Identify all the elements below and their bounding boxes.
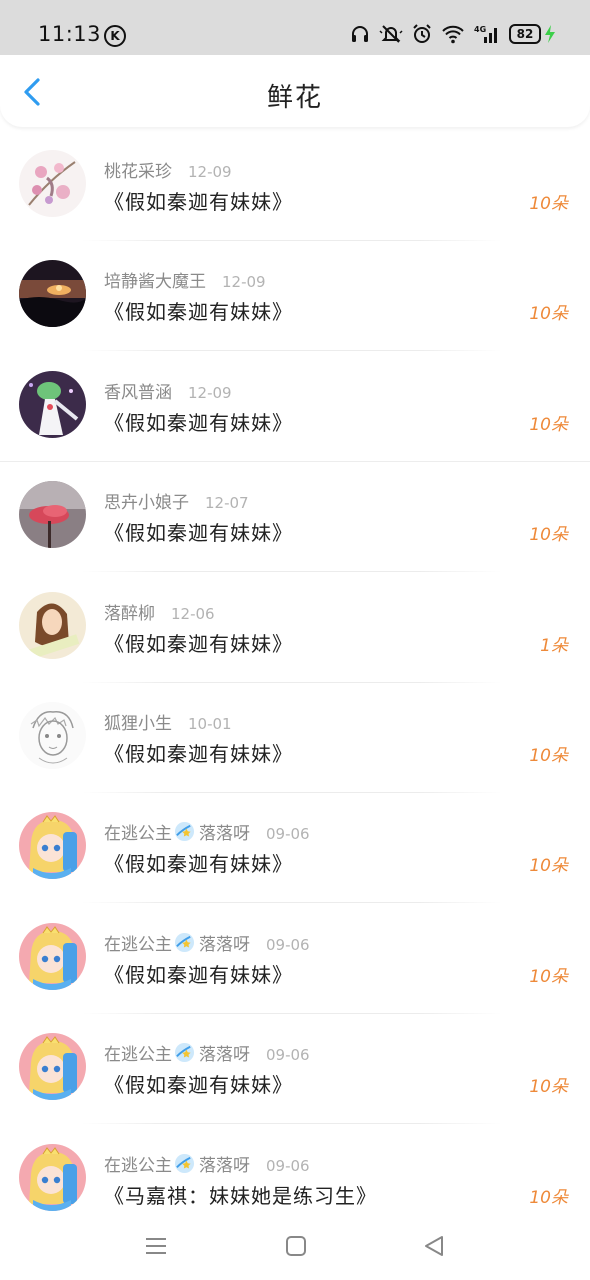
alarm-icon: [413, 24, 431, 43]
shooting-star-icon: [174, 932, 195, 952]
list-item[interactable]: 狐狸小生 10-01 《假如秦迦有妹妹》 10朵: [0, 682, 590, 793]
list-item[interactable]: 思卉小娘子 12-07 《假如秦迦有妹妹》 10朵: [0, 461, 590, 573]
avatar[interactable]: [19, 812, 86, 880]
user-name-line: 在逃公主 落落呀 09-06: [104, 930, 310, 955]
signal-icon: 4G: [474, 25, 497, 43]
home-icon[interactable]: [282, 1232, 310, 1260]
user-name[interactable]: 在逃公主: [104, 824, 172, 844]
book-title[interactable]: 《假如秦迦有妹妹》: [104, 407, 293, 436]
battery-indicator: 82: [509, 24, 541, 44]
user-name-line: 思卉小娘子 12-07: [104, 488, 249, 513]
book-title[interactable]: 《假如秦迦有妹妹》: [104, 186, 293, 215]
avatar[interactable]: [19, 591, 86, 659]
user-name-line: 落醉柳 12-06: [104, 599, 215, 624]
user-name-suffix[interactable]: 落落呀: [199, 1045, 250, 1065]
user-name[interactable]: 思卉小娘子: [104, 493, 189, 513]
book-title[interactable]: 《假如秦迦有妹妹》: [104, 959, 293, 988]
avatar[interactable]: [19, 370, 86, 438]
book-title[interactable]: 《假如秦迦有妹妹》: [104, 628, 293, 657]
user-name-line: 桃花采珍 12-09: [104, 157, 232, 182]
charging-icon: [545, 25, 555, 43]
network-type: 4G: [474, 25, 486, 34]
flower-amount: 10朵: [529, 1187, 568, 1208]
user-name-suffix[interactable]: 落落呀: [199, 1156, 250, 1176]
user-name[interactable]: 在逃公主: [104, 1156, 172, 1176]
avatar[interactable]: [19, 1033, 86, 1101]
flower-amount: 10朵: [529, 1077, 568, 1098]
flower-amount: 10朵: [529, 194, 568, 214]
date-label: 09-06: [266, 1046, 310, 1065]
user-name-line: 狐狸小生 10-01: [104, 709, 232, 734]
user-name[interactable]: 在逃公主: [104, 1045, 172, 1065]
flower-amount: 10朵: [529, 414, 568, 435]
user-name[interactable]: 狐狸小生: [104, 714, 172, 734]
flower-amount: 10朵: [529, 745, 568, 766]
k-icon: K: [104, 25, 126, 47]
list-item[interactable]: 在逃公主 落落呀 09-06 《假如秦迦有妹妹》 10朵: [0, 903, 590, 1014]
date-label: 10-01: [188, 714, 232, 733]
avatar[interactable]: [19, 150, 86, 217]
list-item[interactable]: 桃花采珍 12-09 《假如秦迦有妹妹》 10朵: [0, 130, 590, 241]
flower-amount: 10朵: [529, 525, 568, 546]
user-name-line: 香风普涵 12-09: [104, 378, 232, 403]
user-name-line: 在逃公主 落落呀 09-06: [104, 1151, 310, 1176]
shooting-star-icon: [174, 822, 195, 842]
avatar[interactable]: [19, 1143, 86, 1211]
book-title[interactable]: 《假如秦迦有妹妹》: [104, 296, 293, 325]
navigation-bar: [0, 1212, 590, 1280]
date-label: 12-09: [222, 273, 266, 292]
back-triangle-icon[interactable]: [420, 1232, 448, 1260]
flower-record-list: 桃花采珍 12-09 《假如秦迦有妹妹》 10朵 培静酱大魔王 12-09 《假如秦迦有妹妹…: [0, 130, 590, 1234]
date-label: 12-09: [188, 383, 232, 402]
avatar[interactable]: [19, 481, 86, 549]
book-title[interactable]: 《马嘉祺：妹妹她是练习生》: [104, 1180, 377, 1209]
avatar[interactable]: [19, 922, 86, 990]
avatar[interactable]: [19, 260, 86, 328]
mute-bell-icon: [379, 25, 403, 43]
user-name[interactable]: 培静酱大魔王: [104, 272, 206, 292]
avatar[interactable]: [19, 701, 86, 769]
user-name-suffix[interactable]: 落落呀: [199, 824, 250, 844]
date-label: 12-06: [171, 604, 215, 623]
status-bar: 11:13 K 4G 82: [0, 0, 590, 55]
shooting-star-icon: [174, 1043, 195, 1063]
menu-icon[interactable]: [142, 1232, 170, 1260]
flower-amount: 10朵: [529, 856, 568, 877]
flower-amount: 10朵: [529, 304, 568, 325]
status-time: 11:13: [38, 22, 102, 46]
status-icons: 4G 82: [350, 24, 556, 44]
list-item[interactable]: 培静酱大魔王 12-09 《假如秦迦有妹妹》 10朵: [0, 240, 590, 352]
shooting-star-icon: [174, 1153, 195, 1173]
date-label: 09-06: [266, 825, 310, 844]
headphones-icon: [352, 26, 368, 42]
list-item[interactable]: 落醉柳 12-06 《假如秦迦有妹妹》 1朵: [0, 572, 590, 683]
user-name[interactable]: 在逃公主: [104, 935, 172, 955]
header: 鲜花: [0, 55, 590, 127]
user-name-suffix[interactable]: 落落呀: [199, 935, 250, 955]
wifi-icon: [442, 25, 464, 44]
page-title: 鲜花: [266, 83, 323, 113]
book-title[interactable]: 《假如秦迦有妹妹》: [104, 1069, 293, 1098]
date-label: 12-07: [205, 494, 249, 513]
list-item[interactable]: 香风普涵 12-09 《假如秦迦有妹妹》 10朵: [0, 351, 590, 462]
date-label: 12-09: [188, 163, 232, 181]
list-item[interactable]: 在逃公主 落落呀 09-06 《假如秦迦有妹妹》 10朵: [0, 1013, 590, 1125]
date-label: 09-06: [266, 1156, 310, 1175]
date-label: 09-06: [266, 935, 310, 954]
user-name[interactable]: 桃花采珍: [104, 162, 172, 182]
list-item[interactable]: 在逃公主 落落呀 09-06 《假如秦迦有妹妹》 10朵: [0, 792, 590, 904]
user-name[interactable]: 香风普涵: [104, 383, 172, 403]
flower-amount: 10朵: [529, 966, 568, 987]
user-name-line: 在逃公主 落落呀 09-06: [104, 1040, 310, 1065]
book-title[interactable]: 《假如秦迦有妹妹》: [104, 848, 293, 877]
user-name-line: 在逃公主 落落呀 09-06: [104, 819, 310, 844]
book-title[interactable]: 《假如秦迦有妹妹》: [104, 738, 293, 767]
user-name-line: 培静酱大魔王 12-09: [104, 267, 266, 292]
book-title[interactable]: 《假如秦迦有妹妹》: [104, 517, 293, 546]
flower-amount: 1朵: [540, 635, 568, 656]
user-name[interactable]: 落醉柳: [104, 604, 155, 624]
